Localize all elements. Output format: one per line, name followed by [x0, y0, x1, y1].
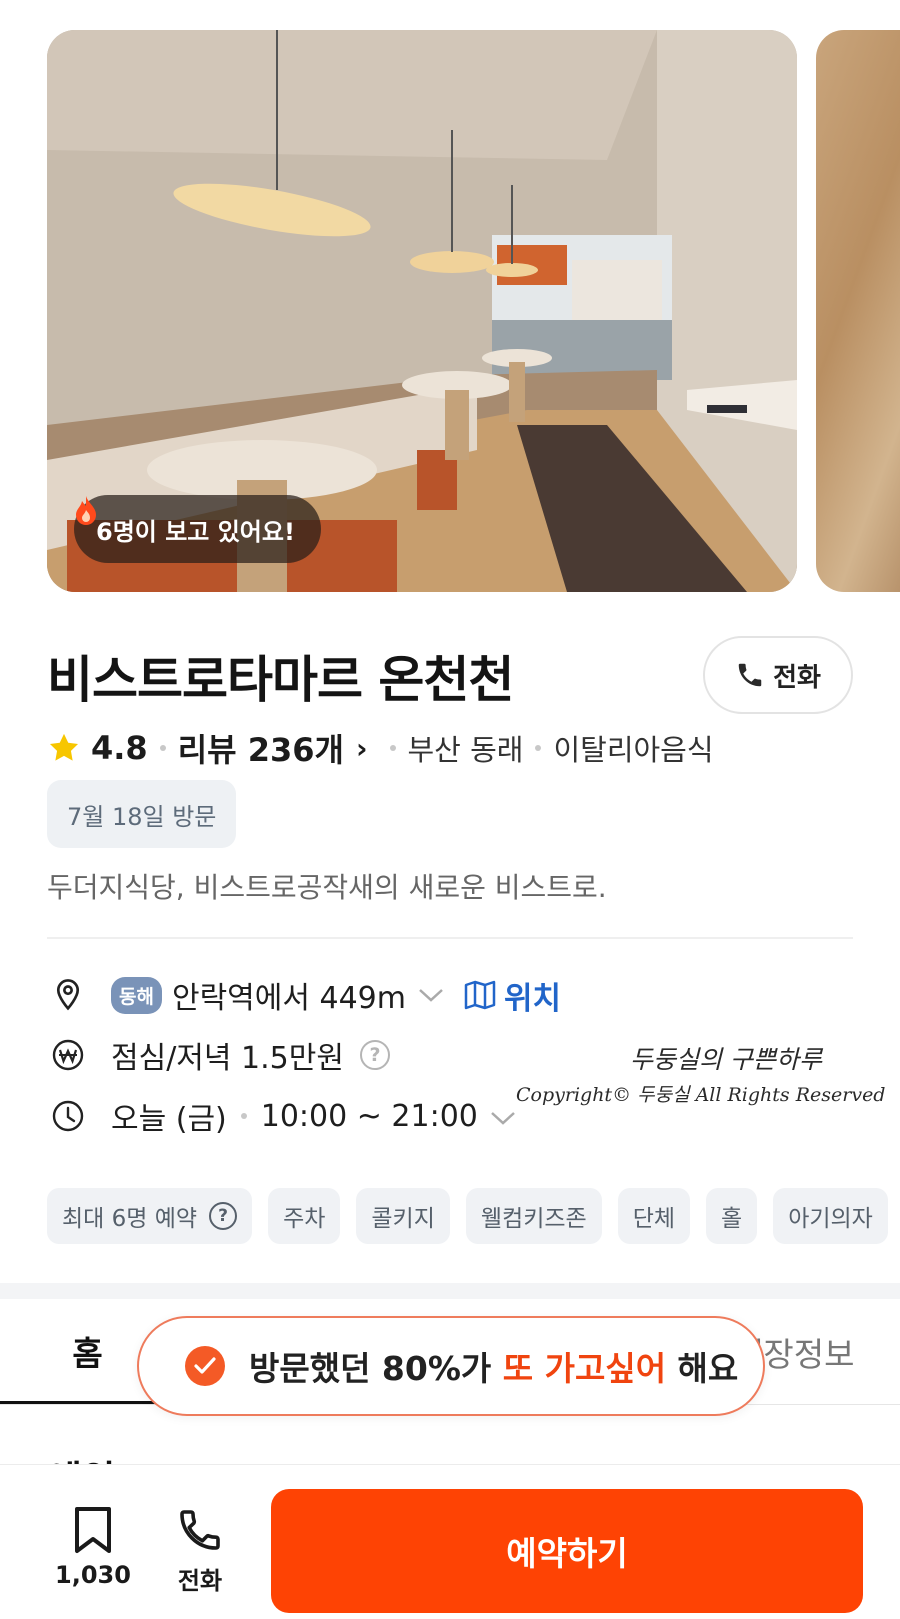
- help-icon[interactable]: ?: [359, 1040, 390, 1070]
- restaurant-photo-main[interactable]: 6명이 보고 있어요!: [47, 30, 797, 592]
- location-text: 부산 동래: [407, 733, 524, 767]
- fire-icon: [76, 496, 96, 525]
- section-gap: [0, 1283, 900, 1299]
- star-icon: [49, 733, 79, 761]
- phone-icon: [180, 1510, 220, 1550]
- price-row: 점심/저녁 1.5만원 ?: [47, 1030, 390, 1080]
- tag-label: 콜키지: [371, 1206, 435, 1232]
- separator-dot: [159, 745, 166, 751]
- bottom-action-bar: 1,030 전화 예약하기: [0, 1464, 900, 1619]
- call-button[interactable]: 전화: [703, 636, 853, 714]
- restaurant-photo-next[interactable]: [816, 30, 900, 592]
- viewers-text: 6명이 보고 있어요!: [96, 517, 295, 546]
- tag-group[interactable]: 단체: [617, 1188, 691, 1244]
- chevron-right-icon[interactable]: ›: [356, 732, 368, 765]
- help-icon[interactable]: ?: [209, 1202, 238, 1230]
- watermark: 두둥실의 구쁜하루 Copyright© 두둥실 All Rights Rese…: [516, 1040, 896, 1107]
- revisit-toast: 방문했던 80%가 또 가고싶어 해요: [137, 1316, 765, 1416]
- toast-prefix: 방문했던 80%가: [249, 1349, 503, 1388]
- map-pin-icon: [47, 974, 89, 1016]
- separator-dot: [240, 1113, 247, 1119]
- map-icon: [464, 980, 496, 1010]
- toast-suffix: 해요: [666, 1349, 739, 1388]
- toast-highlight: 또 가고싶어: [502, 1349, 667, 1388]
- tag-label: 단체: [632, 1206, 676, 1232]
- viewers-badge: 6명이 보고 있어요!: [74, 495, 321, 563]
- tag-label: 아기의자: [788, 1206, 873, 1232]
- watermark-line-2: Copyright© 두둥실 All Rights Reserved: [516, 1084, 886, 1106]
- bottom-call-button[interactable]: 전화: [165, 1505, 235, 1596]
- map-location-link[interactable]: 위치: [464, 973, 561, 1018]
- area-badge: 동해: [111, 976, 162, 1014]
- tag-baby-chair[interactable]: 아기의자: [773, 1188, 888, 1244]
- chevron-down-icon[interactable]: [418, 980, 444, 1010]
- category-text: 이탈리아음식: [553, 733, 714, 767]
- feature-tags: 최대 6명 예약 ? 주차 콜키지 웰컴키즈존 단체 홀 아기의자: [47, 1188, 888, 1244]
- restaurant-name: 비스트로타마르 온천천: [47, 651, 514, 709]
- meta-row: 4.8 리뷰 236개 › 부산 동래 이탈리아음식: [47, 726, 714, 770]
- tag-label: 홀: [721, 1206, 743, 1232]
- distance-text: 안락역에서 449m: [171, 981, 406, 1016]
- rating-value: 4.8: [91, 729, 148, 767]
- tag-parking[interactable]: 주차: [268, 1188, 341, 1244]
- won-coin-icon: [47, 1034, 89, 1076]
- call-button-label: 전화: [773, 661, 821, 692]
- tag-corkage[interactable]: 콜키지: [356, 1188, 450, 1244]
- check-circle-icon: [185, 1346, 225, 1386]
- phone-icon: [738, 663, 762, 687]
- watermark-line-1: 두둥실의 구쁜하루: [630, 1045, 822, 1074]
- tag-label: 최대 6명 예약: [62, 1206, 198, 1232]
- price-text: 점심/저녁 1.5만원: [111, 1041, 344, 1076]
- bookmark-icon: [75, 1507, 111, 1553]
- tag-kids-zone[interactable]: 웰컴키즈존: [465, 1188, 602, 1244]
- separator-dot: [389, 745, 396, 751]
- map-link-label: 위치: [504, 980, 562, 1017]
- bookmark-button[interactable]: 1,030: [48, 1505, 138, 1589]
- toast-message: 방문했던 80%가 또 가고싶어 해요: [249, 1342, 738, 1390]
- reserve-button[interactable]: 예약하기: [271, 1489, 863, 1613]
- tag-max-party[interactable]: 최대 6명 예약 ?: [47, 1188, 253, 1244]
- chevron-down-icon[interactable]: [490, 1099, 516, 1134]
- tag-hall[interactable]: 홀: [706, 1188, 758, 1244]
- tag-label: 주차: [283, 1206, 326, 1232]
- review-count-link[interactable]: 리뷰 236개: [178, 725, 344, 771]
- tag-label: 웰컴키즈존: [480, 1206, 587, 1232]
- hours-time: 10:00 ~ 21:00: [260, 1098, 478, 1134]
- clock-icon: [47, 1095, 89, 1137]
- visit-date-chip: 7월 18일 방문: [47, 780, 237, 848]
- hours-day: 오늘 (금): [111, 1102, 227, 1137]
- location-row: 동해 안락역에서 449m 위치: [47, 970, 561, 1020]
- separator-dot: [535, 745, 542, 751]
- bottom-call-label: 전화: [177, 1567, 223, 1595]
- hours-row: 오늘 (금) 10:00 ~ 21:00: [47, 1091, 516, 1141]
- divider: [47, 937, 853, 939]
- restaurant-description: 두더지식당, 비스트로공작새의 새로운 비스트로.: [47, 871, 607, 904]
- bookmark-count: 1,030: [55, 1561, 131, 1589]
